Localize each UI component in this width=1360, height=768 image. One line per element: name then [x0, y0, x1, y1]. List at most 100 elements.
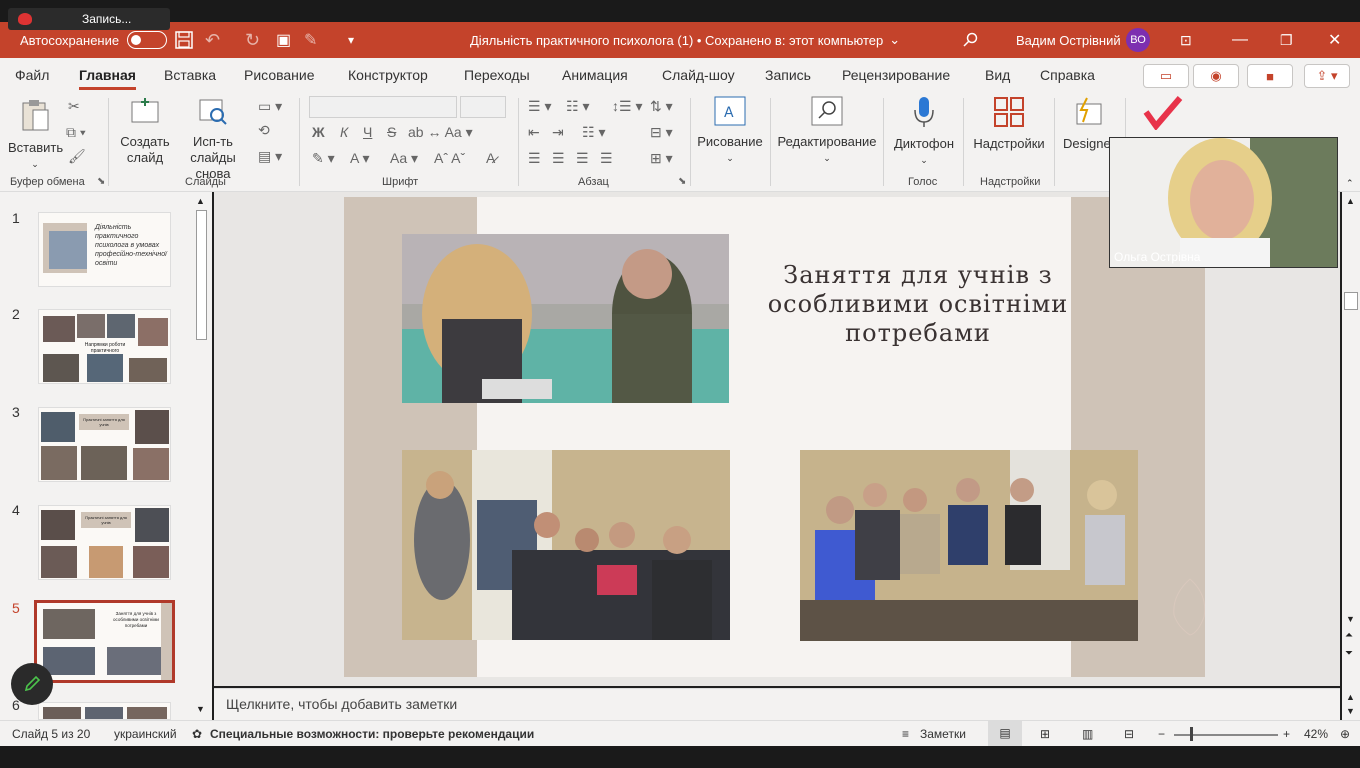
text-direction-icon[interactable]: ⇅ ▾	[650, 98, 673, 115]
grow-font-icon[interactable]: Aˆ Aˇ	[434, 150, 465, 166]
scrollbar-thumb[interactable]	[196, 210, 207, 340]
slide-thumbnail-2[interactable]: Напрямки роботи практичного психолога	[38, 309, 171, 384]
scroll-down-icon[interactable]: ▼	[1346, 614, 1355, 624]
cut-icon[interactable]: ✂	[68, 98, 80, 115]
undo-icon[interactable]: ↶	[205, 22, 220, 58]
new-slide-button[interactable]: Создать слайд	[115, 98, 175, 166]
bold-button[interactable]: Ж	[312, 124, 325, 140]
addins-button[interactable]: Надстройки	[970, 96, 1048, 152]
tab-home[interactable]: Главная	[79, 67, 136, 90]
tab-slideshow[interactable]: Слайд-шоу	[662, 67, 735, 83]
font-name-combo[interactable]	[309, 96, 457, 118]
scroll-down-icon[interactable]: ▼	[196, 704, 205, 714]
language-indicator[interactable]: украинский	[114, 727, 177, 741]
zoom-in-icon[interactable]: +	[1283, 727, 1290, 741]
teams-button[interactable]: ■	[1247, 64, 1293, 88]
draw-icon[interactable]: ✎	[304, 22, 317, 58]
normal-view-icon[interactable]: ▤	[988, 721, 1022, 747]
reading-view-icon[interactable]: ▥	[1082, 727, 1093, 741]
user-avatar[interactable]: ВО	[1126, 22, 1150, 58]
drawing-button[interactable]: A Рисование ⌄	[695, 96, 765, 166]
layout-icon[interactable]: ▭ ▾	[258, 98, 282, 115]
reset-icon[interactable]: ⟲	[258, 122, 270, 139]
line-spacing-icon[interactable]: ↕☰ ▾	[612, 98, 642, 115]
slide-thumbnail-6[interactable]	[38, 702, 171, 720]
slide-title[interactable]: Заняття для учнів з особливими освітніми…	[760, 261, 1076, 348]
tab-file[interactable]: Файл	[15, 67, 49, 83]
restore-icon[interactable]: ❐	[1280, 22, 1293, 58]
fit-slide-icon[interactable]: ⊕	[1340, 727, 1350, 741]
photo-students-at-table[interactable]	[402, 234, 729, 403]
dictate-button[interactable]: Диктофон ⌄	[890, 96, 958, 168]
scroll-up-icon[interactable]: ▲	[196, 196, 205, 206]
zoom-slider-handle[interactable]	[1190, 727, 1193, 741]
justify-icon[interactable]: ☰	[600, 150, 613, 167]
numbering-icon[interactable]: ☷ ▾	[566, 98, 589, 115]
bullets-icon[interactable]: ☰ ▾	[528, 98, 551, 115]
decrease-indent-icon[interactable]: ⇤	[528, 124, 540, 141]
tab-animations[interactable]: Анимация	[562, 67, 628, 83]
copy-icon[interactable]: ⧉ ▾	[66, 124, 86, 141]
recording-indicator[interactable]: Запись...	[8, 8, 170, 30]
pen-tool-button[interactable]	[11, 663, 53, 705]
editing-button[interactable]: Редактирование ⌄	[776, 96, 878, 166]
character-spacing-icon[interactable]: ab ↔ Aa ▾	[408, 124, 473, 141]
font-color-icon[interactable]: A ▾	[350, 150, 369, 167]
accessibility-check[interactable]: Специальные возможности: проверьте реком…	[210, 727, 534, 741]
slideshow-icon[interactable]: ⊟	[1124, 727, 1134, 741]
notes-pane[interactable]: Щелкните, чтобы добавить заметки	[214, 688, 1340, 720]
tab-review[interactable]: Рецензирование	[842, 67, 950, 83]
zoom-level[interactable]: 42%	[1304, 727, 1328, 741]
tab-insert[interactable]: Вставка	[164, 67, 216, 83]
tab-help[interactable]: Справка	[1040, 67, 1095, 83]
video-participant-tile[interactable]: Ольга Острівна	[1109, 137, 1338, 268]
search-icon[interactable]	[962, 22, 978, 58]
minimize-icon[interactable]: —	[1232, 22, 1248, 58]
record-button[interactable]: ◉	[1193, 64, 1239, 88]
smartart-icon[interactable]: ⊞ ▾	[650, 150, 673, 167]
clear-format-icon[interactable]: A̷	[486, 150, 495, 166]
notes-toggle-button[interactable]: Заметки	[920, 727, 966, 741]
previous-slide-icon[interactable]: ⏶	[1345, 630, 1353, 641]
comments-button[interactable]: ▭	[1143, 64, 1189, 88]
slide-thumbnail-4[interactable]: Практичні заняття для учнів	[38, 505, 171, 580]
tab-transitions[interactable]: Переходы	[464, 67, 530, 83]
reuse-slides-button[interactable]: Исп-ть слайды снова	[172, 98, 254, 182]
slide-thumbnail-3[interactable]: Практичні заняття для учнів	[38, 407, 171, 482]
align-text-icon[interactable]: ⊟ ▾	[650, 124, 673, 141]
customize-toolbar-icon[interactable]: ▾	[348, 22, 354, 58]
mentimeter-icon[interactable]	[1142, 96, 1184, 133]
redo-icon[interactable]: ↻	[245, 22, 260, 58]
share-button[interactable]: ⇪ ▾	[1304, 64, 1350, 88]
tab-view[interactable]: Вид	[985, 67, 1010, 83]
paragraph-launcher-icon[interactable]: ⬊	[678, 176, 686, 187]
slide-scrollbar[interactable]: ⌃ ▲ ▼ ⏶ ⏷ ▲ ▼	[1342, 178, 1360, 720]
thumbnails-scrollbar[interactable]: ▲ ▼	[193, 194, 210, 720]
tab-record[interactable]: Запись	[765, 67, 811, 83]
tab-design[interactable]: Конструктор	[348, 67, 428, 83]
collapse-ribbon-icon[interactable]: ⌃	[1346, 178, 1354, 189]
slide-thumbnail-5[interactable]: Заняття для учнів з особливими освітніми…	[34, 600, 175, 683]
clipboard-launcher-icon[interactable]: ⬊	[97, 176, 105, 187]
align-left-icon[interactable]: ☰	[528, 150, 541, 167]
align-center-icon[interactable]: ☰	[552, 150, 565, 167]
columns-icon[interactable]: ☷ ▾	[582, 124, 605, 141]
align-right-icon[interactable]: ☰	[576, 150, 589, 167]
section-icon[interactable]: ▤ ▾	[258, 148, 282, 165]
highlight-icon[interactable]: ✎ ▾	[312, 150, 335, 167]
zoom-out-icon[interactable]: −	[1158, 727, 1165, 741]
autosave-toggle[interactable]	[127, 31, 168, 49]
present-icon[interactable]: ▣	[276, 22, 291, 58]
italic-button[interactable]: К	[340, 124, 348, 140]
scroll-up-icon[interactable]: ▲	[1346, 692, 1355, 702]
user-name[interactable]: Вадим Острівний	[1016, 22, 1121, 58]
tab-draw[interactable]: Рисование	[244, 67, 315, 83]
underline-button[interactable]: Ч	[363, 124, 372, 140]
format-painter-icon[interactable]: 🖌	[68, 148, 86, 165]
close-icon[interactable]: ✕	[1328, 22, 1341, 58]
slide-thumbnail-1[interactable]: Діяльність практичного психолога в умова…	[38, 212, 171, 287]
scroll-down-icon[interactable]: ▼	[1346, 706, 1355, 716]
scrollbar-thumb[interactable]	[1344, 292, 1358, 310]
ribbon-display-icon[interactable]: ⊡	[1180, 22, 1192, 58]
photo-students-seated-left[interactable]	[402, 450, 730, 640]
